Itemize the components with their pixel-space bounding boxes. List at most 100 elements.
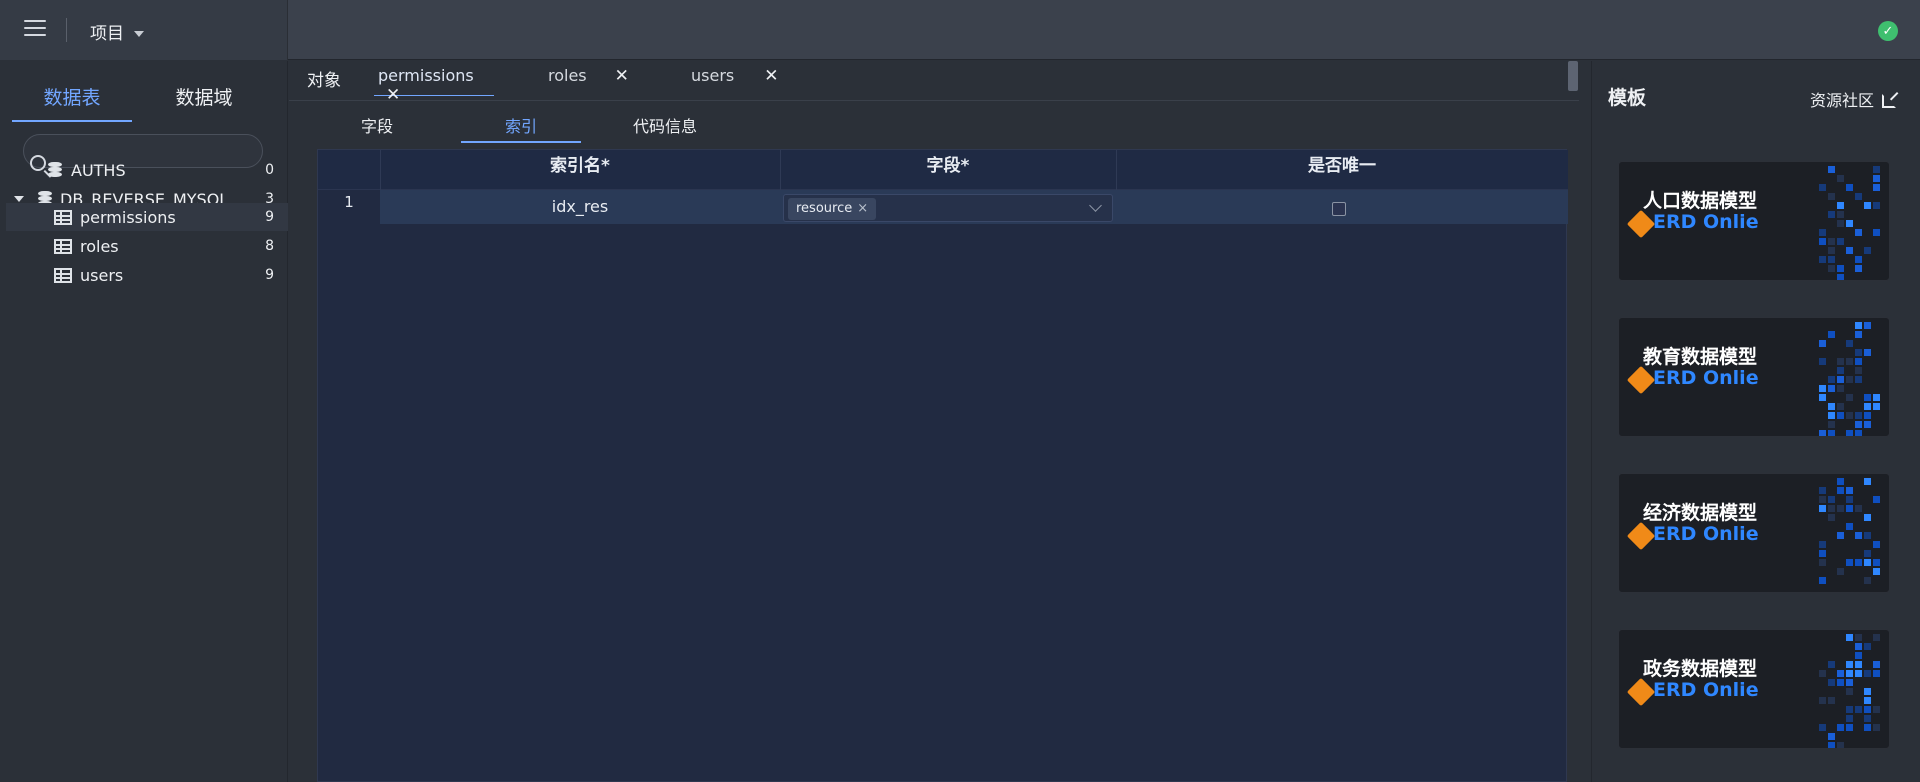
pixel-square (1819, 697, 1826, 704)
object-label: 对象 (307, 71, 341, 91)
pixel-square (1828, 742, 1835, 748)
scrollbar-thumb[interactable] (1568, 61, 1578, 91)
tab-fields[interactable]: 字段 (317, 113, 437, 143)
brand-logo: ERD Onlie (1626, 677, 1759, 707)
pixel-square (1828, 256, 1835, 263)
pixel-square (1855, 367, 1862, 374)
pixel-square (1864, 421, 1871, 428)
index-grid: 索引名* 字段* 是否唯一 1 idx_res resource × (317, 149, 1568, 782)
tree-label: users (80, 265, 124, 285)
template-card[interactable]: 教育数据模型 ERD Onlie (1618, 317, 1890, 437)
grid-header: 索引名* 字段* 是否唯一 (318, 150, 1568, 190)
pixel-square (1864, 715, 1871, 722)
close-icon[interactable]: ✕ (615, 66, 629, 86)
pixel-square (1828, 265, 1835, 272)
pixel-square (1864, 532, 1871, 539)
brand-logo: ERD Onlie (1626, 521, 1759, 551)
logo-icon (1626, 365, 1656, 395)
pixel-square (1828, 403, 1835, 410)
pixel-square (1873, 661, 1880, 668)
pixel-square (1837, 376, 1844, 383)
pixel-square (1846, 706, 1853, 713)
pixel-square (1855, 193, 1862, 200)
tab-code-info[interactable]: 代码信息 (605, 113, 725, 143)
pixel-square (1855, 376, 1862, 383)
tab-roles[interactable]: roles ✕ (548, 66, 668, 96)
pixel-square (1864, 706, 1871, 713)
pixel-square (1837, 412, 1844, 419)
tag-remove-icon[interactable]: × (857, 201, 868, 216)
template-card[interactable]: 经济数据模型 ERD Onlie (1618, 473, 1890, 593)
pixel-square (1828, 331, 1835, 338)
tree-label: AUTHS (71, 160, 126, 180)
pixel-square (1873, 634, 1880, 641)
template-card[interactable]: 政务数据模型 ERD Onlie (1618, 629, 1890, 749)
expand-caret-icon[interactable] (14, 196, 24, 202)
pixel-square (1819, 496, 1826, 503)
pixel-square (1837, 487, 1844, 494)
brand-name: ERD Onlie (1653, 523, 1759, 545)
pixel-square (1864, 643, 1871, 650)
header-field: 字段* (926, 156, 970, 176)
tab-domains[interactable]: 数据域 (144, 83, 264, 120)
pixel-square (1846, 220, 1853, 227)
hamburger-menu-icon[interactable] (24, 20, 46, 38)
sidebar: 数据表 数据域 AUTHS 0 DB_REVERSE_MYSQL 3 permi… (0, 61, 288, 782)
pixel-square (1864, 202, 1871, 209)
template-card[interactable]: 人口数据模型 ERD Onlie (1618, 161, 1890, 281)
pixel-square (1864, 412, 1871, 419)
pixel-square (1855, 532, 1862, 539)
pixel-square (1828, 733, 1835, 740)
pixel-square (1864, 724, 1871, 731)
tab-label: users (691, 66, 735, 85)
pixel-square (1855, 421, 1862, 428)
pixel-square (1873, 541, 1880, 548)
sidebar-tabs: 数据表 数据域 (12, 83, 276, 123)
tree-label: roles (80, 236, 119, 256)
pixel-square (1828, 697, 1835, 704)
template-panel: 模板 资源社区 人口数据模型 ERD Onlie 教育数据模型 ERD Onli… (1591, 61, 1920, 782)
tree-item-auths[interactable]: AUTHS 0 (0, 155, 288, 184)
pixel-square (1819, 541, 1826, 548)
tab-users[interactable]: users ✕ (691, 66, 811, 96)
pixel-square (1846, 559, 1853, 566)
tree-item-permissions[interactable]: permissions 9 (6, 203, 288, 231)
close-icon[interactable]: ✕ (764, 66, 778, 86)
pixel-square (1819, 358, 1826, 365)
pixel-square (1837, 202, 1844, 209)
pixel-square (1846, 670, 1853, 677)
pixel-square (1819, 394, 1826, 401)
table-icon (54, 238, 72, 254)
pixel-pattern (1819, 630, 1889, 748)
pixel-square (1855, 634, 1862, 641)
pixel-square (1819, 229, 1826, 236)
tree-item-roles[interactable]: roles 8 (0, 232, 288, 260)
card-title: 人口数据模型 (1643, 190, 1758, 212)
pixel-square (1873, 568, 1880, 575)
close-icon[interactable]: ✕ (386, 85, 400, 105)
pixel-square (1828, 193, 1835, 200)
tab-permissions[interactable]: permissions✕ (374, 66, 494, 105)
unique-checkbox[interactable] (1332, 202, 1346, 216)
pixel-square (1855, 706, 1862, 713)
pixel-square (1837, 532, 1844, 539)
pixel-square (1846, 679, 1853, 686)
inner-tabs: 字段 索引 代码信息 (289, 113, 1579, 145)
status-ok-icon: ✓ (1878, 21, 1898, 41)
tab-indexes[interactable]: 索引 (461, 113, 581, 143)
pixel-square (1864, 688, 1871, 695)
pixel-square (1864, 550, 1871, 557)
pixel-square (1828, 505, 1835, 512)
index-name-cell[interactable]: idx_res (380, 190, 780, 224)
pixel-square (1846, 184, 1853, 191)
tree-count: 9 (265, 209, 274, 225)
tree-item-users[interactable]: users 9 (0, 261, 288, 289)
pixel-square (1855, 559, 1862, 566)
resource-community-link[interactable]: 资源社区 (1810, 87, 1896, 111)
field-select[interactable]: resource × (783, 194, 1113, 222)
pixel-square (1819, 670, 1826, 677)
pixel-square (1846, 340, 1853, 347)
tab-tables[interactable]: 数据表 (12, 83, 132, 122)
project-dropdown[interactable]: 项目 (90, 19, 144, 44)
pixel-square (1828, 430, 1835, 436)
